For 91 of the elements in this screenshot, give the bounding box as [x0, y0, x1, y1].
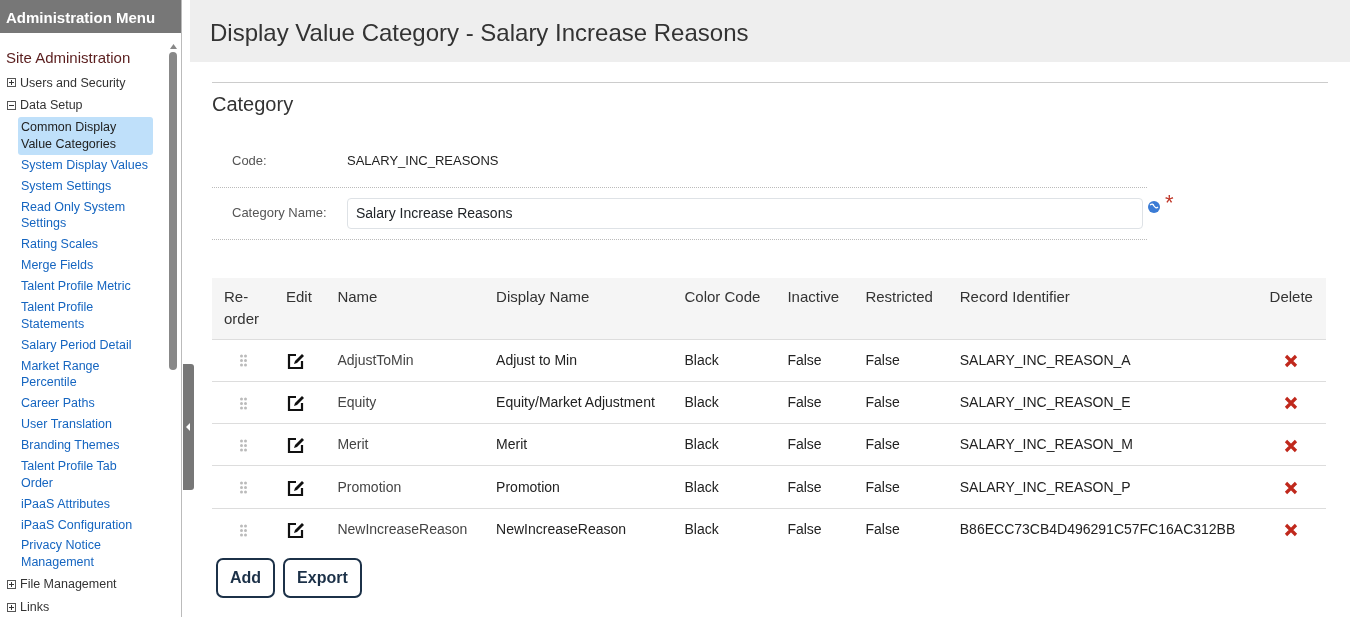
- sidebar-link[interactable]: Rating Scales: [18, 234, 153, 256]
- table-cell: NewIncreaseReason: [484, 508, 673, 550]
- section-heading: Category: [212, 82, 1328, 119]
- scroll-up-icon[interactable]: [169, 42, 178, 52]
- required-marker: *: [1165, 191, 1174, 214]
- table-cell: False: [775, 508, 854, 550]
- table-cell: Equity: [325, 381, 485, 424]
- code-value: SALARY_INC_REASONS: [347, 152, 499, 170]
- expand-icon[interactable]: [7, 602, 16, 612]
- sidebar-link[interactable]: System Settings: [18, 175, 153, 197]
- globe-icon[interactable]: [1147, 199, 1161, 214]
- drag-handle-icon[interactable]: [239, 481, 248, 495]
- sidebar-item[interactable]: Users and Security: [20, 73, 126, 93]
- delete-icon[interactable]: [1284, 438, 1299, 453]
- drag-handle-icon[interactable]: [239, 354, 248, 368]
- drag-handle-icon[interactable]: [239, 439, 248, 453]
- table-cell: SALARY_INC_REASON_E: [947, 381, 1257, 424]
- column-header: Record Identifier: [947, 277, 1257, 339]
- column-header: Name: [325, 277, 485, 339]
- column-header: Inactive: [775, 277, 854, 339]
- edit-icon[interactable]: [286, 393, 306, 414]
- column-header: Delete: [1256, 277, 1326, 339]
- table-cell: Adjust to Min: [484, 339, 673, 382]
- sidebar-link[interactable]: Common Display Value Categories: [18, 117, 153, 155]
- column-header: Re-order: [212, 277, 274, 339]
- drag-handle-icon[interactable]: [239, 523, 248, 537]
- field-label: Code:: [232, 152, 268, 170]
- column-header: Display Name: [484, 277, 673, 339]
- table-cell: Black: [672, 508, 776, 550]
- edit-icon[interactable]: [286, 435, 306, 456]
- table-cell: SALARY_INC_REASON_M: [947, 423, 1257, 466]
- sidebar-link[interactable]: iPaaS Configuration: [18, 514, 153, 536]
- column-header: Color Code: [672, 277, 776, 339]
- action-button[interactable]: Export: [283, 558, 362, 598]
- table-cell: Promotion: [325, 465, 485, 509]
- table-cell: NewIncreaseReason: [325, 508, 485, 550]
- sidebar-link[interactable]: Branding Themes: [18, 435, 153, 456]
- table-cell: False: [853, 381, 948, 424]
- collapse-icon[interactable]: [7, 101, 16, 111]
- column-header: Restricted: [853, 277, 948, 339]
- table-cell: False: [853, 339, 948, 382]
- table-cell: Merit: [484, 423, 673, 466]
- sidebar-item[interactable]: Links: [20, 597, 50, 617]
- table-cell: Black: [672, 465, 776, 509]
- table-cell: Black: [672, 339, 776, 382]
- table-cell: False: [775, 381, 854, 424]
- table-cell: Promotion: [484, 465, 673, 509]
- page-title: Display Value Category - Salary Increase Reasons: [190, 0, 1350, 62]
- sidebar-link[interactable]: Talent Profile Statements: [18, 296, 153, 335]
- table-cell: False: [775, 465, 854, 509]
- table-cell: False: [853, 423, 948, 466]
- table-cell: Black: [672, 381, 776, 424]
- sidebar-link[interactable]: System Display Values: [18, 154, 153, 176]
- delete-icon[interactable]: [1284, 353, 1299, 368]
- sidebar-item[interactable]: Data Setup: [20, 96, 83, 115]
- sidebar-link[interactable]: Market Range Percentile: [18, 355, 153, 394]
- table-cell: False: [853, 508, 948, 550]
- table-cell: SALARY_INC_REASON_P: [947, 465, 1257, 509]
- sidebar-header: Administration Menu: [0, 0, 181, 33]
- sidebar-link[interactable]: User Translation: [18, 414, 153, 435]
- sidebar-link[interactable]: Talent Profile Metric: [18, 276, 153, 297]
- table-cell: AdjustToMin: [325, 339, 485, 382]
- section-title: Site Administration: [5, 48, 132, 68]
- scrollbar-thumb[interactable]: [169, 52, 177, 370]
- delete-icon[interactable]: [1284, 396, 1299, 411]
- field-label: Category Name:: [232, 204, 328, 223]
- expand-icon[interactable]: [7, 78, 16, 88]
- edit-icon[interactable]: [286, 520, 306, 540]
- sidebar-link[interactable]: Privacy Notice Management: [18, 535, 153, 574]
- delete-icon[interactable]: [1284, 480, 1299, 495]
- sidebar-link[interactable]: Career Paths: [18, 393, 153, 415]
- table-cell: Equity/Market Adjustment: [484, 381, 673, 424]
- table-cell: B86ECC73CB4D496291C57FC16AC312BB: [947, 508, 1257, 550]
- collapse-handle[interactable]: [183, 364, 194, 490]
- table-cell: Black: [672, 423, 776, 466]
- sidebar-link[interactable]: Read Only System Settings: [18, 196, 153, 235]
- action-button[interactable]: Add: [216, 558, 276, 598]
- text-field[interactable]: Salary Increase Reasons: [347, 197, 1143, 229]
- table-cell: False: [775, 339, 854, 382]
- table-cell: Merit: [325, 423, 485, 466]
- sidebar-item[interactable]: File Management: [20, 575, 117, 594]
- column-header: Edit: [274, 277, 326, 339]
- delete-icon[interactable]: [1284, 523, 1299, 538]
- sidebar-link[interactable]: Salary Period Detail: [18, 334, 153, 356]
- table-cell: False: [775, 423, 854, 466]
- sidebar-link[interactable]: Merge Fields: [18, 255, 153, 276]
- drag-handle-icon[interactable]: [239, 396, 248, 410]
- sidebar-link[interactable]: iPaaS Attributes: [18, 493, 153, 515]
- table-cell: SALARY_INC_REASON_A: [947, 339, 1257, 382]
- table-cell: False: [853, 465, 948, 509]
- expand-icon[interactable]: [7, 580, 16, 589]
